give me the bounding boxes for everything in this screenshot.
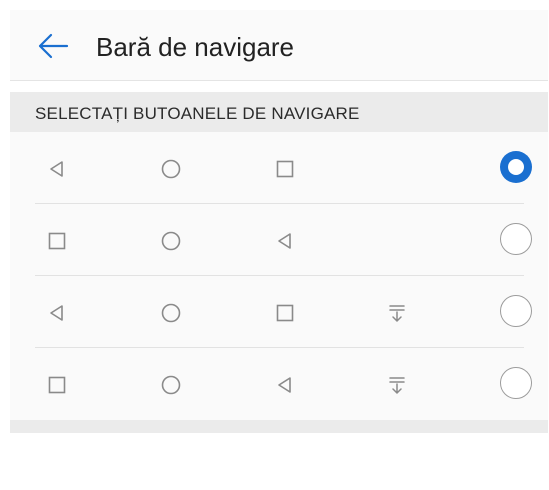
home-icon	[159, 301, 183, 325]
app-bar: Bară de navigare	[10, 10, 548, 81]
back-button[interactable]	[36, 32, 70, 60]
page-title: Bară de navigare	[96, 32, 295, 62]
notification-icon	[385, 301, 409, 325]
back-icon	[45, 301, 69, 325]
navigation-options-list	[10, 132, 548, 420]
recents-icon	[45, 373, 69, 397]
nav-option-row-3[interactable]	[10, 276, 548, 348]
home-icon	[159, 373, 183, 397]
arrow-left-icon	[38, 33, 69, 59]
radio-button[interactable]	[500, 295, 532, 327]
recents-icon	[273, 301, 297, 325]
section-header: SELECTAȚI BUTOANELE DE NAVIGARE	[10, 92, 548, 132]
nav-option-row-1[interactable]	[10, 132, 548, 204]
nav-option-row-4[interactable]	[10, 348, 548, 420]
bottom-divider-band	[10, 420, 548, 433]
section-title: SELECTAȚI BUTOANELE DE NAVIGARE	[35, 104, 360, 123]
back-icon	[273, 229, 297, 253]
back-icon	[273, 373, 297, 397]
notification-icon	[385, 373, 409, 397]
nav-option-row-2[interactable]	[10, 204, 548, 276]
home-icon	[159, 157, 183, 181]
radio-button-selected[interactable]	[500, 151, 532, 183]
recents-icon	[45, 229, 69, 253]
home-icon	[159, 229, 183, 253]
radio-button[interactable]	[500, 367, 532, 399]
radio-button[interactable]	[500, 223, 532, 255]
back-icon	[45, 157, 69, 181]
recents-icon	[273, 157, 297, 181]
screen: Bară de navigare SELECTAȚI BUTOANELE DE …	[10, 10, 548, 490]
